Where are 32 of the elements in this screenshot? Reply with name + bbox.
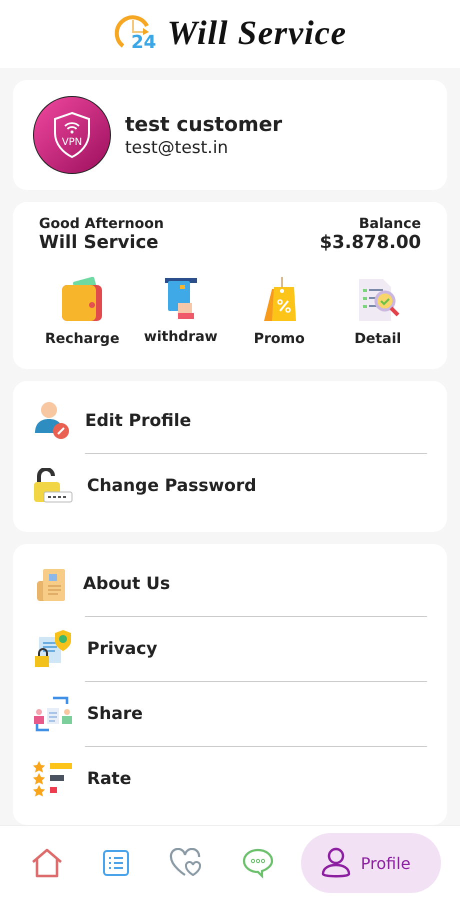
menu-item[interactable]: Edit Profile [33, 389, 427, 454]
card-in-hand-icon [164, 277, 198, 322]
avatar: VPN [33, 96, 111, 174]
home-icon [31, 847, 64, 880]
greeting: Good Afternoon [39, 216, 164, 232]
nav-tab[interactable]: Profile [300, 833, 441, 894]
hearts-icon [169, 848, 204, 878]
customer-email: test@test.in [125, 138, 228, 158]
menu-item[interactable]: Privacy [33, 617, 427, 682]
logo-number: 24 [131, 32, 156, 54]
user-icon [320, 847, 351, 880]
privacy-shield-icon [33, 629, 73, 670]
action-button[interactable]: Detail [328, 277, 427, 348]
action-button[interactable]: Recharge [33, 277, 132, 348]
chat-bubble-icon [242, 847, 274, 880]
customer-name: test customer [125, 112, 282, 136]
menu-item[interactable]: Share [33, 682, 427, 746]
wallet-icon [60, 277, 104, 324]
action-button[interactable]: withdraw [132, 277, 230, 348]
rating-stars-icon [33, 760, 73, 798]
menu-item[interactable]: Change Password [33, 454, 427, 518]
balance-label: Balance [358, 216, 421, 232]
menu-item[interactable]: About Us [33, 552, 427, 616]
account-name: Will Service [39, 232, 158, 254]
share-people-icon [33, 694, 73, 734]
menu-item[interactable]: Rate [33, 747, 427, 812]
app-logo-title: Will Service [167, 15, 347, 54]
user-edit-icon [33, 401, 71, 442]
list-icon [102, 849, 130, 878]
padlock-password-icon [33, 468, 73, 504]
action-button[interactable]: Promo [230, 277, 328, 348]
balance-amount: $3.878.00 [320, 232, 421, 254]
